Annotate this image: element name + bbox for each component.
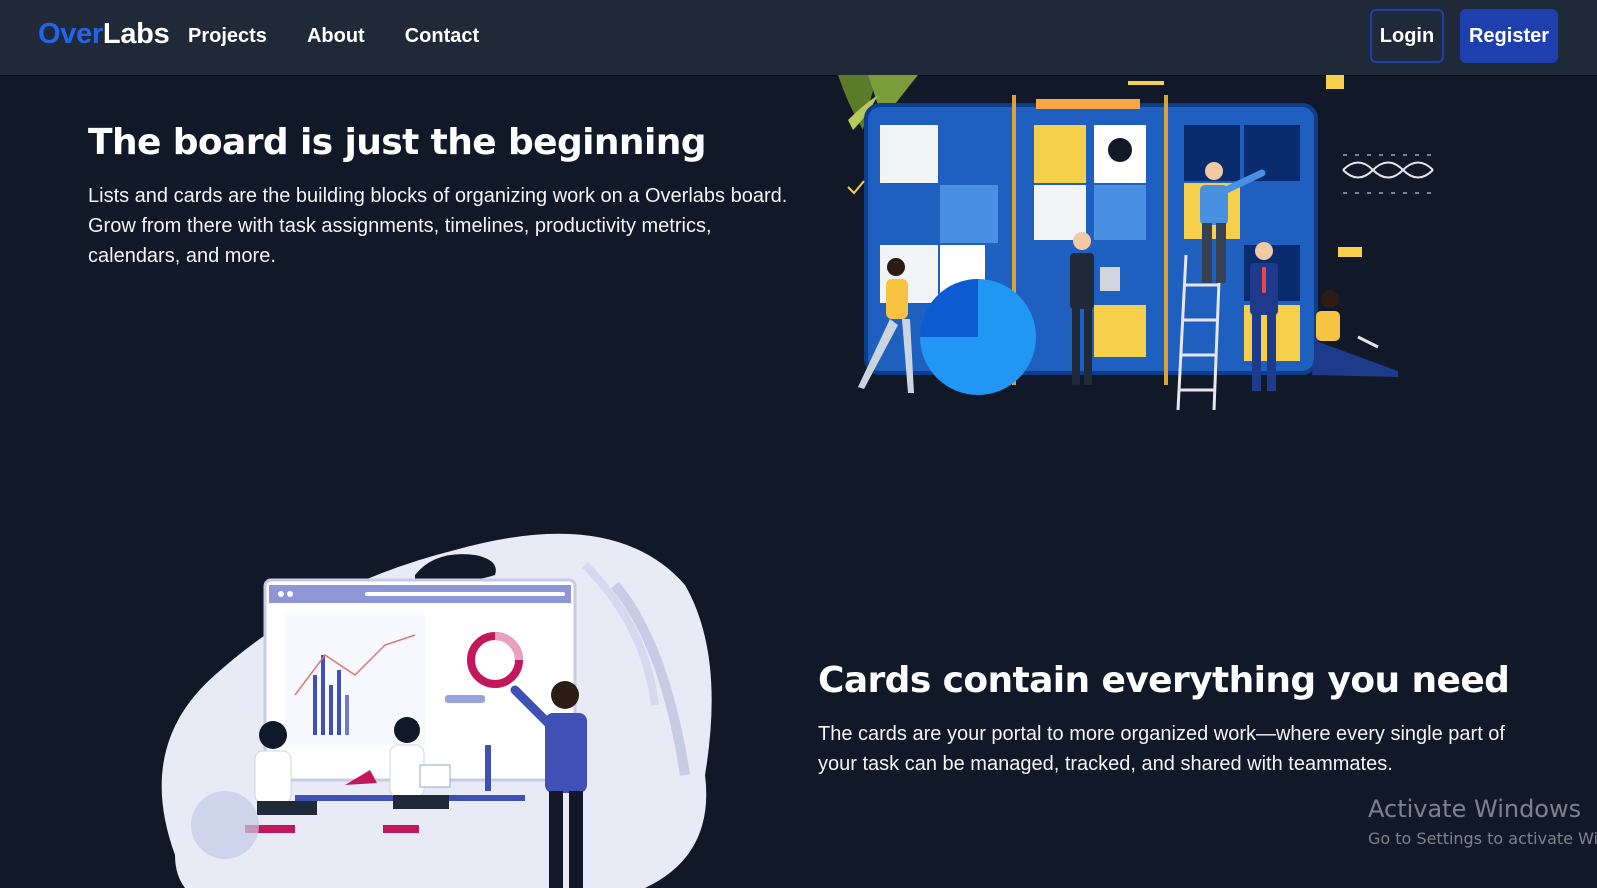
nav-link-contact[interactable]: Contact <box>405 25 479 48</box>
board-section-text: Lists and cards are the building blocks … <box>88 185 788 267</box>
register-button[interactable]: Register <box>1460 9 1558 63</box>
watermark-subtitle: Go to Settings to activate Wi <box>1368 829 1597 848</box>
brand-labs-text: Labs <box>102 18 170 50</box>
board-section-title: The board is just the beginning <box>88 122 707 163</box>
nav-link-about[interactable]: About <box>307 25 365 48</box>
activate-windows-watermark: Activate Windows Go to Settings to activ… <box>1368 795 1597 848</box>
brand-over-text: Over <box>38 18 103 50</box>
login-button[interactable]: Login <box>1370 9 1444 63</box>
cards-section-title: Cards contain everything you need <box>818 660 1510 701</box>
brand-logo[interactable]: OverLabs <box>38 18 170 51</box>
analytics-team-illustration <box>161 533 712 888</box>
nav-link-projects[interactable]: Projects <box>188 25 267 48</box>
nav-links: Projects About Contact <box>188 25 479 48</box>
cards-section-text: The cards are your portal to more organi… <box>818 723 1505 775</box>
watermark-title: Activate Windows <box>1368 795 1582 823</box>
navbar: OverLabs Projects About Contact Login Re… <box>0 0 1597 75</box>
kanban-board-illustration <box>838 75 1434 411</box>
